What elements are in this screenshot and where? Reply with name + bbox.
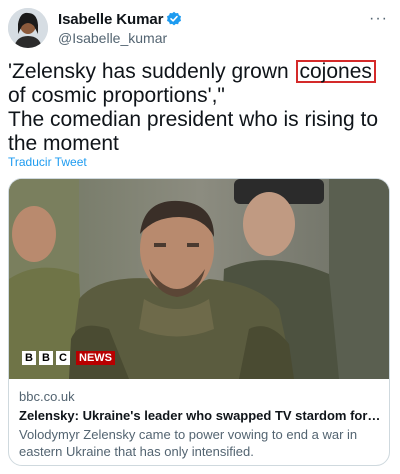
tweet-text: 'Zelensky has suddenly grown cojones of … — [8, 60, 392, 156]
tweet-text-line2: The comedian president who is rising to … — [8, 108, 379, 155]
tweet-text-after: of cosmic proportions'," — [8, 84, 225, 107]
verified-badge-icon — [166, 11, 182, 27]
bbc-logo-letter: C — [56, 351, 70, 365]
card-title[interactable]: Zelensky: Ukraine's leader who swapped T… — [19, 408, 383, 423]
display-name[interactable]: Isabelle Kumar — [58, 11, 163, 28]
tweet[interactable]: Isabelle Kumar @Isabelle_kumar ··· 'Zele… — [0, 0, 400, 474]
tweet-text-before: 'Zelensky has suddenly grown — [8, 60, 295, 83]
card-image[interactable]: B B C NEWS — [9, 179, 389, 379]
card-domain: bbc.co.uk — [19, 389, 75, 404]
more-options-icon[interactable]: ··· — [369, 10, 388, 28]
bbc-news-logo: B B C NEWS — [22, 351, 115, 365]
avatar[interactable] — [8, 8, 48, 48]
translate-tweet-link[interactable]: Traducir Tweet — [8, 155, 87, 169]
bbc-news-label: NEWS — [76, 351, 115, 365]
bbc-logo-letter: B — [22, 351, 36, 365]
tweet-header: Isabelle Kumar @Isabelle_kumar ··· — [8, 8, 392, 48]
link-card[interactable]: B B C NEWS bbc.co.uk Zelensky: Ukraine's… — [8, 178, 390, 466]
author-handle[interactable]: @Isabelle_kumar — [58, 30, 182, 46]
card-body: bbc.co.uk Zelensky: Ukraine's leader who… — [19, 389, 383, 460]
highlighted-word: cojones — [295, 60, 376, 83]
card-description: Volodymyr Zelensky came to power vowing … — [19, 427, 358, 459]
author-names: Isabelle Kumar @Isabelle_kumar — [58, 10, 182, 46]
bbc-logo-letter: B — [39, 351, 53, 365]
